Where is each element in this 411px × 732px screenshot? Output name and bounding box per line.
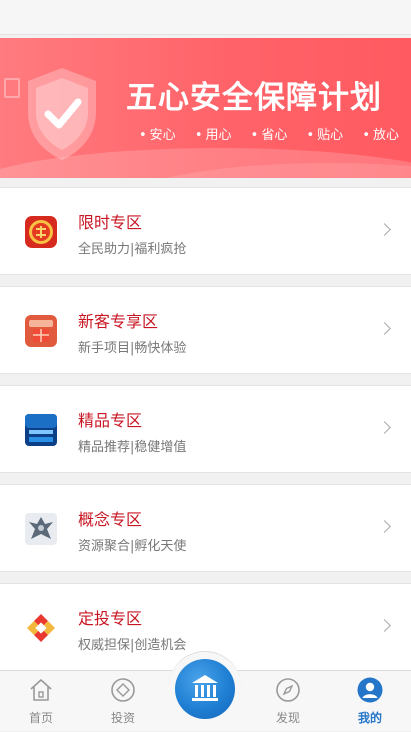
section-title: 概念专区 — [78, 510, 143, 529]
banner-tag: 放心 — [362, 124, 399, 143]
section-title: 限时专区 — [78, 213, 143, 232]
tab-label: 发现 — [275, 711, 300, 725]
section-list: 限时专区 全民助力|福利疯抢 新客专享区 新手项目|畅快体验 精品专区 精品推荐… — [0, 187, 411, 682]
tab-label: 投资 — [110, 711, 135, 725]
home-icon — [30, 679, 52, 701]
section-title: 精品专区 — [78, 411, 143, 430]
top-bar — [0, 0, 411, 35]
section-subtitle: 新手项目|畅快体验 — [78, 341, 187, 356]
chevron-right-icon — [378, 322, 391, 335]
tab-label: 首页 — [28, 711, 53, 725]
invest-icon — [111, 678, 135, 702]
bank-center-button[interactable] — [175, 659, 235, 719]
concept-icon — [25, 513, 57, 545]
banner-tag: 贴心 — [306, 124, 343, 143]
tab-invest[interactable]: 投资 — [82, 671, 164, 732]
section-subtitle: 精品推荐|稳健增值 — [78, 440, 187, 455]
banner-tag: 省心 — [251, 124, 287, 143]
center-action-wrap — [166, 651, 244, 731]
new-customer-icon — [25, 315, 57, 347]
section-item-flash-sale[interactable]: 限时专区 全民助力|福利疯抢 — [0, 187, 411, 275]
safety-banner[interactable]: 五心安全保障计划 安心 用心 省心 贴心 放心 — [0, 38, 411, 178]
section-title: 定投专区 — [78, 609, 143, 628]
banner-tags: 安心 用心 省心 贴心 放心 — [139, 124, 399, 143]
tab-discover[interactable]: 发现 — [247, 671, 329, 732]
user-icon — [357, 677, 383, 703]
lock-decoration-icon — [4, 78, 20, 98]
section-subtitle: 资源聚合|孵化天使 — [78, 539, 187, 554]
fixed-investment-icon — [27, 614, 55, 642]
banner-tag: 用心 — [195, 124, 232, 143]
section-item-concept[interactable]: 概念专区 资源聚合|孵化天使 — [0, 484, 411, 572]
section-title: 新客专享区 — [78, 312, 159, 331]
chevron-right-icon — [378, 520, 391, 533]
premium-icon — [25, 414, 57, 446]
flash-sale-icon — [25, 216, 57, 248]
tab-home[interactable]: 首页 — [0, 671, 82, 732]
shield-check-icon — [28, 68, 96, 160]
chevron-right-icon — [378, 421, 391, 434]
tab-label: 我的 — [357, 711, 382, 725]
section-item-new-customer[interactable]: 新客专享区 新手项目|畅快体验 — [0, 286, 411, 374]
banner-title: 五心安全保障计划 — [126, 80, 382, 116]
bank-icon — [192, 675, 218, 701]
section-subtitle: 全民助力|福利疯抢 — [78, 242, 187, 257]
tab-mine[interactable]: 我的 — [329, 671, 411, 732]
section-item-premium[interactable]: 精品专区 精品推荐|稳健增值 — [0, 385, 411, 473]
banner-tag: 安心 — [139, 124, 176, 143]
compass-icon — [276, 678, 300, 702]
chevron-right-icon — [378, 619, 391, 632]
chevron-right-icon — [378, 223, 391, 236]
